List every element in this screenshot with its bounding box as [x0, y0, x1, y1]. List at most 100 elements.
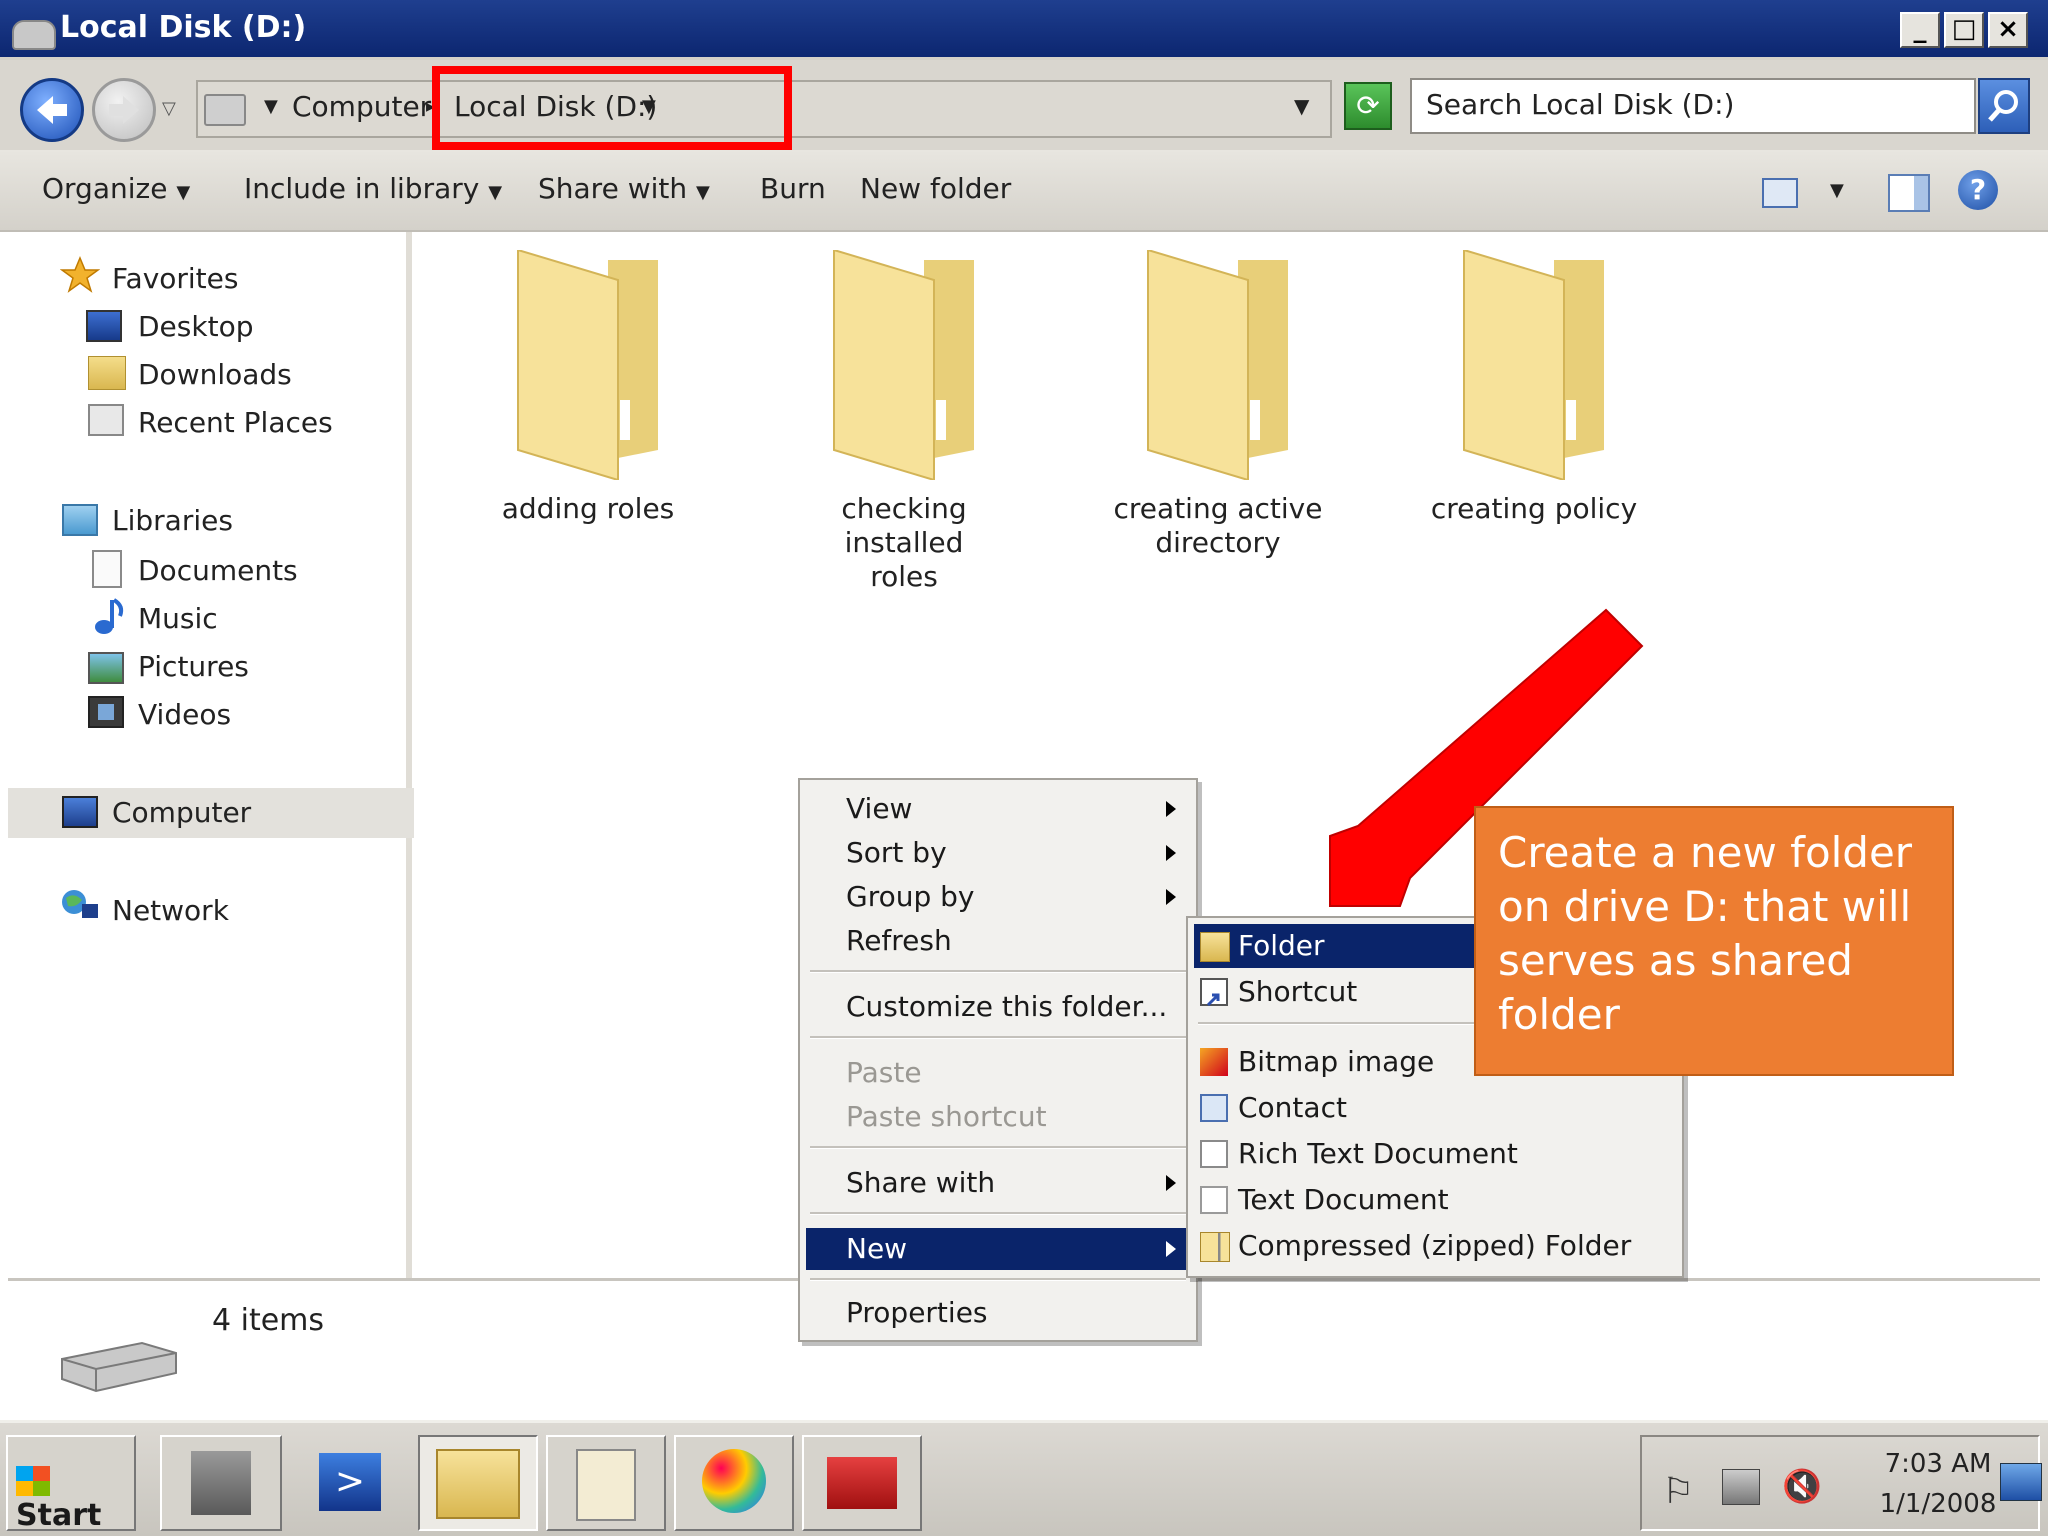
- help-icon[interactable]: ?: [1958, 170, 1998, 210]
- folder-label: creating policy: [1424, 492, 1644, 526]
- start-button[interactable]: Start: [6, 1435, 136, 1533]
- maximize-button[interactable]: □: [1944, 12, 1984, 48]
- search-input[interactable]: Search Local Disk (D:): [1410, 78, 1976, 134]
- burn-button[interactable]: Burn: [760, 172, 826, 205]
- context-menu: View Sort by Group by Refresh Customize …: [798, 778, 1198, 1342]
- nav-documents[interactable]: Documents: [138, 554, 298, 587]
- refresh-button[interactable]: ⟳: [1344, 82, 1392, 130]
- drive-icon: [204, 94, 246, 126]
- folder-icon: [824, 248, 984, 482]
- menu-item-share-with[interactable]: Share with: [806, 1162, 1190, 1204]
- nav-downloads[interactable]: Downloads: [138, 358, 292, 391]
- menu-item-group-by[interactable]: Group by: [806, 876, 1190, 918]
- folder-item[interactable]: checking installed roles: [794, 248, 1014, 594]
- history-dropdown-icon[interactable]: ▽: [162, 98, 176, 119]
- menu-item-new[interactable]: New: [806, 1228, 1190, 1270]
- minimize-button[interactable]: _: [1900, 12, 1940, 48]
- pictures-icon: [88, 652, 124, 684]
- explorer-taskbar-button[interactable]: [418, 1435, 538, 1531]
- crumb-computer[interactable]: Computer: [292, 90, 431, 123]
- nav-desktop[interactable]: Desktop: [138, 310, 253, 343]
- menu-item-label: Share with: [846, 1166, 996, 1199]
- menu-item-label: New: [846, 1232, 908, 1265]
- menu-item-label: View: [846, 792, 913, 825]
- back-button[interactable]: [20, 78, 84, 142]
- desktop-icon: [86, 310, 122, 342]
- address-history-dropdown-icon[interactable]: ▼: [1294, 94, 1309, 118]
- change-view-icon[interactable]: [1762, 178, 1798, 208]
- toolbox-taskbar-button[interactable]: [802, 1435, 922, 1531]
- bitmap-icon: [1200, 1048, 1228, 1076]
- view-options-dropdown-icon[interactable]: ▼: [1830, 180, 1844, 201]
- search-button[interactable]: [1978, 78, 2030, 134]
- submenu-item-rtf[interactable]: Rich Text Document: [1194, 1132, 1676, 1176]
- folder-label: adding roles: [478, 492, 698, 526]
- show-desktop-icon[interactable]: [2000, 1463, 2042, 1501]
- organize-label: Organize: [42, 172, 168, 205]
- folder-label-line2: roles: [870, 560, 938, 593]
- folder-label: checking installed roles: [794, 492, 1014, 594]
- nav-music[interactable]: Music: [138, 602, 218, 635]
- folder-label-line2: directory: [1155, 526, 1281, 559]
- menu-separator: [810, 1146, 1186, 1149]
- server-manager-taskbar-button[interactable]: [160, 1435, 282, 1531]
- nav-libraries[interactable]: Libraries: [112, 504, 233, 537]
- folder-item[interactable]: creating active directory: [1108, 248, 1328, 560]
- folder-item[interactable]: creating policy: [1424, 248, 1644, 526]
- action-center-flag-icon[interactable]: ⚐: [1662, 1471, 1694, 1512]
- nav-videos[interactable]: Videos: [138, 698, 231, 731]
- submenu-item-label: Shortcut: [1238, 975, 1358, 1008]
- menu-item-customize[interactable]: Customize this folder...: [806, 986, 1190, 1028]
- menu-item-properties[interactable]: Properties: [806, 1292, 1190, 1334]
- chevron-down-icon: ▼: [176, 182, 191, 203]
- nav-pictures[interactable]: Pictures: [138, 650, 249, 683]
- back-arrow-icon: [37, 96, 67, 124]
- folder-icon: [1200, 932, 1230, 962]
- include-in-library-button[interactable]: Include in library ▼: [244, 172, 502, 205]
- new-folder-button[interactable]: New folder: [860, 172, 1011, 205]
- crumb-separator-icon[interactable]: ▼: [264, 96, 278, 117]
- nav-recent-places[interactable]: Recent Places: [138, 406, 333, 439]
- paint-palette-icon: [702, 1449, 766, 1513]
- rich-text-icon: [1200, 1140, 1228, 1168]
- submenu-arrow-icon: [1166, 845, 1176, 861]
- folder-item[interactable]: adding roles: [478, 248, 698, 526]
- submenu-item-zip[interactable]: Compressed (zipped) Folder: [1194, 1224, 1676, 1268]
- annotation-highlight-box: [432, 66, 792, 150]
- submenu-item-label: Compressed (zipped) Folder: [1238, 1229, 1632, 1262]
- notepad-taskbar-button[interactable]: [546, 1435, 666, 1531]
- videos-icon: [88, 696, 124, 728]
- folder-label-line1: creating policy: [1430, 492, 1638, 525]
- share-with-label: Share with: [538, 172, 688, 205]
- address-row: ▽ ▼ Computer ▸ Local Disk (D:) ▼ ▼ ⟳ Sea…: [0, 60, 2048, 150]
- star-icon: [59, 256, 101, 293]
- music-icon: [92, 596, 128, 634]
- menu-item-sort-by[interactable]: Sort by: [806, 832, 1190, 874]
- paint-taskbar-button[interactable]: [674, 1435, 794, 1531]
- menu-item-label: Sort by: [846, 836, 947, 869]
- clock-time[interactable]: 7:03 AM: [1868, 1449, 2008, 1479]
- nav-favorites[interactable]: Favorites: [112, 262, 238, 295]
- nav-network[interactable]: Network: [112, 894, 229, 927]
- text-document-icon: [1200, 1186, 1228, 1214]
- submenu-item-label: Text Document: [1238, 1183, 1449, 1216]
- submenu-item-contact[interactable]: Contact: [1194, 1086, 1676, 1130]
- title-bar: Local Disk (D:) _ □ ×: [0, 0, 2048, 60]
- toolbox-icon: [827, 1457, 897, 1509]
- clock-date[interactable]: 1/1/2008: [1868, 1489, 2008, 1519]
- menu-item-view[interactable]: View: [806, 788, 1190, 830]
- menu-item-refresh[interactable]: Refresh: [806, 920, 1190, 962]
- volume-muted-icon[interactable]: 🔇: [1782, 1467, 1822, 1505]
- organize-button[interactable]: Organize ▼: [42, 172, 190, 205]
- window-title: Local Disk (D:): [60, 10, 307, 45]
- menu-separator: [810, 1212, 1186, 1215]
- nav-computer[interactable]: Computer: [112, 796, 251, 829]
- network-tray-icon[interactable]: [1722, 1469, 1760, 1505]
- close-button[interactable]: ×: [1988, 12, 2028, 48]
- submenu-item-text[interactable]: Text Document: [1194, 1178, 1676, 1222]
- preview-pane-icon[interactable]: [1888, 174, 1930, 212]
- powershell-icon: >: [319, 1453, 381, 1511]
- forward-button[interactable]: [92, 78, 156, 142]
- powershell-taskbar-button[interactable]: >: [294, 1435, 406, 1531]
- share-with-button[interactable]: Share with ▼: [538, 172, 710, 205]
